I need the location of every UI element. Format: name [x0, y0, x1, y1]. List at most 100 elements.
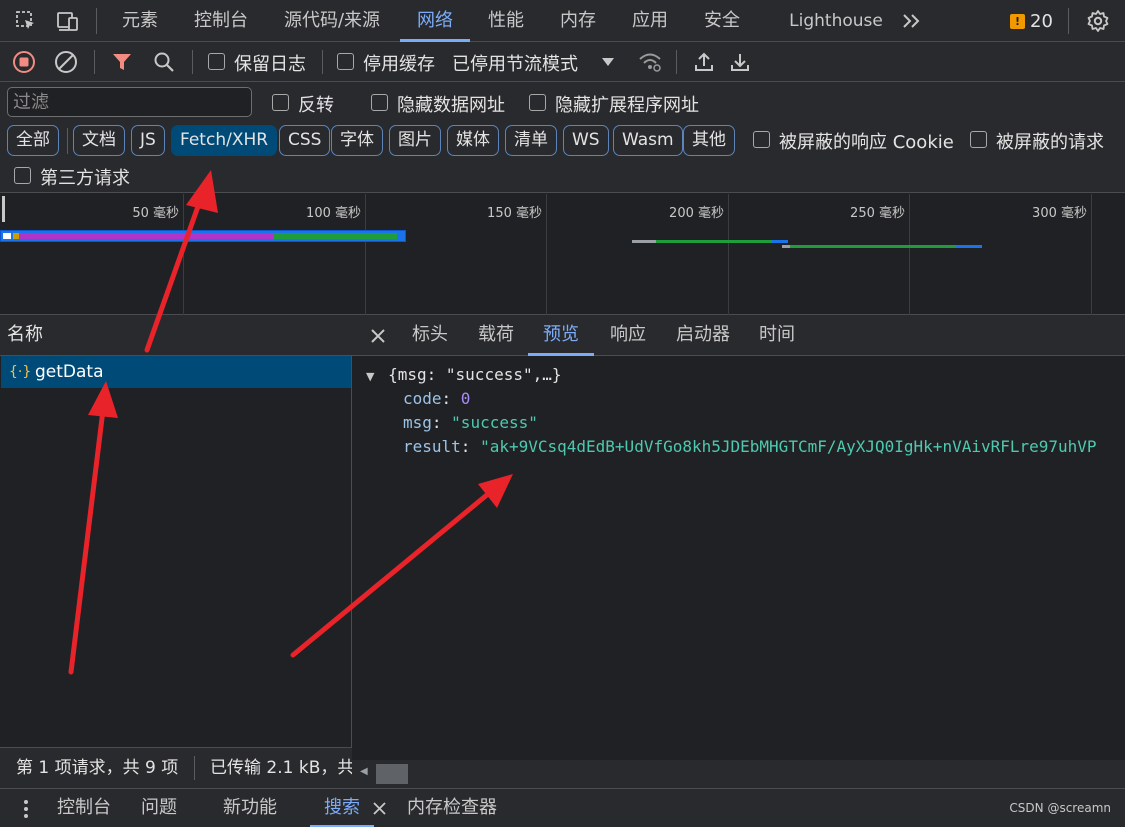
timeline-request-bar [782, 245, 790, 248]
network-conditions-icon[interactable] [632, 42, 668, 82]
inspect-element-icon[interactable] [6, 0, 46, 42]
timeline-request-bar [956, 245, 982, 248]
third-party-checkbox[interactable] [14, 167, 31, 184]
tab-console[interactable]: 控制台 [182, 0, 260, 42]
status-divider [194, 756, 195, 780]
toolbar-divider [322, 50, 323, 74]
request-list-panel: 名称 {·} getData 第 1 项请求，共 9 项 已传输 2.1 kB，… [0, 315, 352, 788]
search-icon[interactable] [146, 42, 182, 82]
json-msg-field: msg: "success" [403, 413, 538, 432]
tab-payload[interactable]: 载荷 [470, 315, 522, 356]
clear-icon[interactable] [48, 42, 84, 82]
timeline-label: 300 毫秒 [1032, 206, 1087, 221]
settings-gear-icon[interactable] [1078, 0, 1118, 42]
request-name: getData [35, 362, 104, 382]
toolbar-divider [192, 50, 193, 74]
drawer-tab-whats-new[interactable]: 新功能 [223, 789, 277, 827]
issue-icon: ! [1010, 13, 1025, 29]
drawer-tab-issues[interactable]: 问题 [141, 789, 177, 827]
json-string-value[interactable]: "ak+9VCsq4dEdB+UdVfGo8kh5JDEbMHGTCmF/AyX… [480, 437, 1097, 456]
timeline-label: 50 毫秒 [132, 206, 179, 221]
json-number-value: 0 [460, 389, 471, 408]
bottom-drawer: 控制台 问题 新功能 搜索 内存检查器 CSDN @screamn [0, 788, 1125, 827]
json-root-node[interactable]: ▼ {msg: "success",…} [366, 365, 562, 384]
tab-lighthouse[interactable]: Lighthouse [784, 0, 888, 42]
tab-timing[interactable]: 时间 [752, 315, 802, 356]
drawer-tab-search[interactable]: 搜索 [310, 789, 374, 827]
close-icon[interactable] [364, 315, 392, 356]
timeline-gridline [1091, 194, 1092, 315]
scrollbar-thumb[interactable] [376, 764, 408, 784]
blocked-cookies-label: 被屏蔽的响应 Cookie [779, 132, 954, 153]
type-chip-wasm[interactable]: Wasm [613, 125, 683, 156]
drawer-tab-console[interactable]: 控制台 [57, 789, 111, 827]
status-selected-count: 第 1 项请求，共 9 项 [16, 758, 179, 778]
type-chip-other[interactable]: 其他 [683, 125, 735, 156]
invert-checkbox[interactable] [272, 94, 289, 111]
horizontal-scrollbar[interactable]: ◀ [352, 760, 1125, 788]
timeline-start-handle[interactable] [2, 196, 5, 222]
timeline-label: 200 毫秒 [669, 206, 724, 221]
preserve-log-checkbox[interactable] [208, 53, 225, 70]
type-chip-manifest[interactable]: 清单 [505, 125, 557, 156]
export-har-icon[interactable] [722, 42, 758, 82]
tab-security[interactable]: 安全 [692, 0, 752, 42]
request-detail-panel: 标头 载荷 预览 响应 启动器 时间 ▼ {msg: "success",…} … [352, 315, 1125, 788]
json-key: code [403, 389, 442, 408]
request-row-getdata[interactable]: {·} getData [1, 356, 351, 388]
hide-extension-urls-label: 隐藏扩展程序网址 [555, 95, 699, 116]
blocked-requests-checkbox[interactable] [970, 131, 987, 148]
tab-application[interactable]: 应用 [620, 0, 680, 42]
tab-network[interactable]: 网络 [400, 0, 470, 42]
timeline-gridline [183, 194, 184, 315]
type-chip-ws[interactable]: WS [563, 125, 609, 156]
issues-counter[interactable]: ! 20 [1010, 0, 1053, 42]
tab-memory[interactable]: 内存 [548, 0, 608, 42]
blocked-cookies-checkbox[interactable] [753, 131, 770, 148]
throttling-select[interactable]: 已停用节流模式 [452, 50, 578, 76]
tab-preview[interactable]: 预览 [528, 315, 594, 356]
invert-label: 反转 [298, 95, 334, 116]
type-chip-all[interactable]: 全部 [7, 125, 59, 156]
drawer-tab-memory-inspector[interactable]: 内存检查器 [407, 789, 497, 827]
import-har-icon[interactable] [686, 42, 722, 82]
timeline-request-bar [632, 240, 656, 243]
request-status-bar: 第 1 项请求，共 9 项 已传输 2.1 kB，共 [0, 747, 352, 788]
detail-tab-bar: 标头 载荷 预览 响应 启动器 时间 [352, 315, 1125, 356]
timeline-overview[interactable]: 50 毫秒 100 毫秒 150 毫秒 200 毫秒 250 毫秒 300 毫秒 [0, 194, 1125, 315]
tab-sources[interactable]: 源代码/来源 [272, 0, 392, 42]
hide-extension-urls-checkbox[interactable] [529, 94, 546, 111]
toolbar-divider [96, 8, 97, 34]
json-result-field: result: "ak+9VCsq4dEdB+UdVfGo8kh5JDEbMHG… [403, 437, 1097, 456]
disable-cache-checkbox[interactable] [337, 53, 354, 70]
type-chip-img[interactable]: 图片 [389, 125, 441, 156]
type-chip-media[interactable]: 媒体 [447, 125, 499, 156]
json-summary: {msg: "success",…} [388, 365, 562, 384]
name-column-header[interactable]: 名称 [0, 315, 352, 356]
tab-performance[interactable]: 性能 [476, 0, 536, 42]
record-stop-icon[interactable] [6, 42, 42, 82]
type-chip-font[interactable]: 字体 [331, 125, 383, 156]
filter-bar: 反转 隐藏数据网址 隐藏扩展程序网址 全部 文档 JS Fetch/XHR CS… [0, 82, 1125, 193]
filter-icon[interactable] [104, 42, 140, 82]
tab-response[interactable]: 响应 [602, 315, 654, 356]
watermark: CSDN @screamn [1009, 801, 1111, 815]
timeline-request-bar [656, 240, 772, 243]
type-chip-js[interactable]: JS [131, 125, 165, 156]
scroll-left-icon[interactable]: ◀ [360, 766, 368, 777]
type-chip-doc[interactable]: 文档 [73, 125, 125, 156]
filter-input[interactable] [7, 87, 252, 117]
preserve-log-label: 保留日志 [234, 54, 306, 75]
close-search-icon[interactable] [370, 789, 388, 827]
tab-initiator[interactable]: 启动器 [668, 315, 738, 356]
device-toolbar-icon[interactable] [48, 0, 88, 42]
json-key: result [403, 437, 461, 456]
more-tabs-icon[interactable] [892, 0, 932, 42]
tab-headers[interactable]: 标头 [404, 315, 456, 356]
drawer-menu-icon[interactable] [16, 789, 36, 827]
type-chip-css[interactable]: CSS [279, 125, 331, 156]
tab-elements[interactable]: 元素 [108, 0, 172, 42]
chevron-down-icon[interactable] [590, 42, 626, 82]
type-chip-fetch-xhr[interactable]: Fetch/XHR [171, 125, 278, 156]
hide-data-urls-checkbox[interactable] [371, 94, 388, 111]
